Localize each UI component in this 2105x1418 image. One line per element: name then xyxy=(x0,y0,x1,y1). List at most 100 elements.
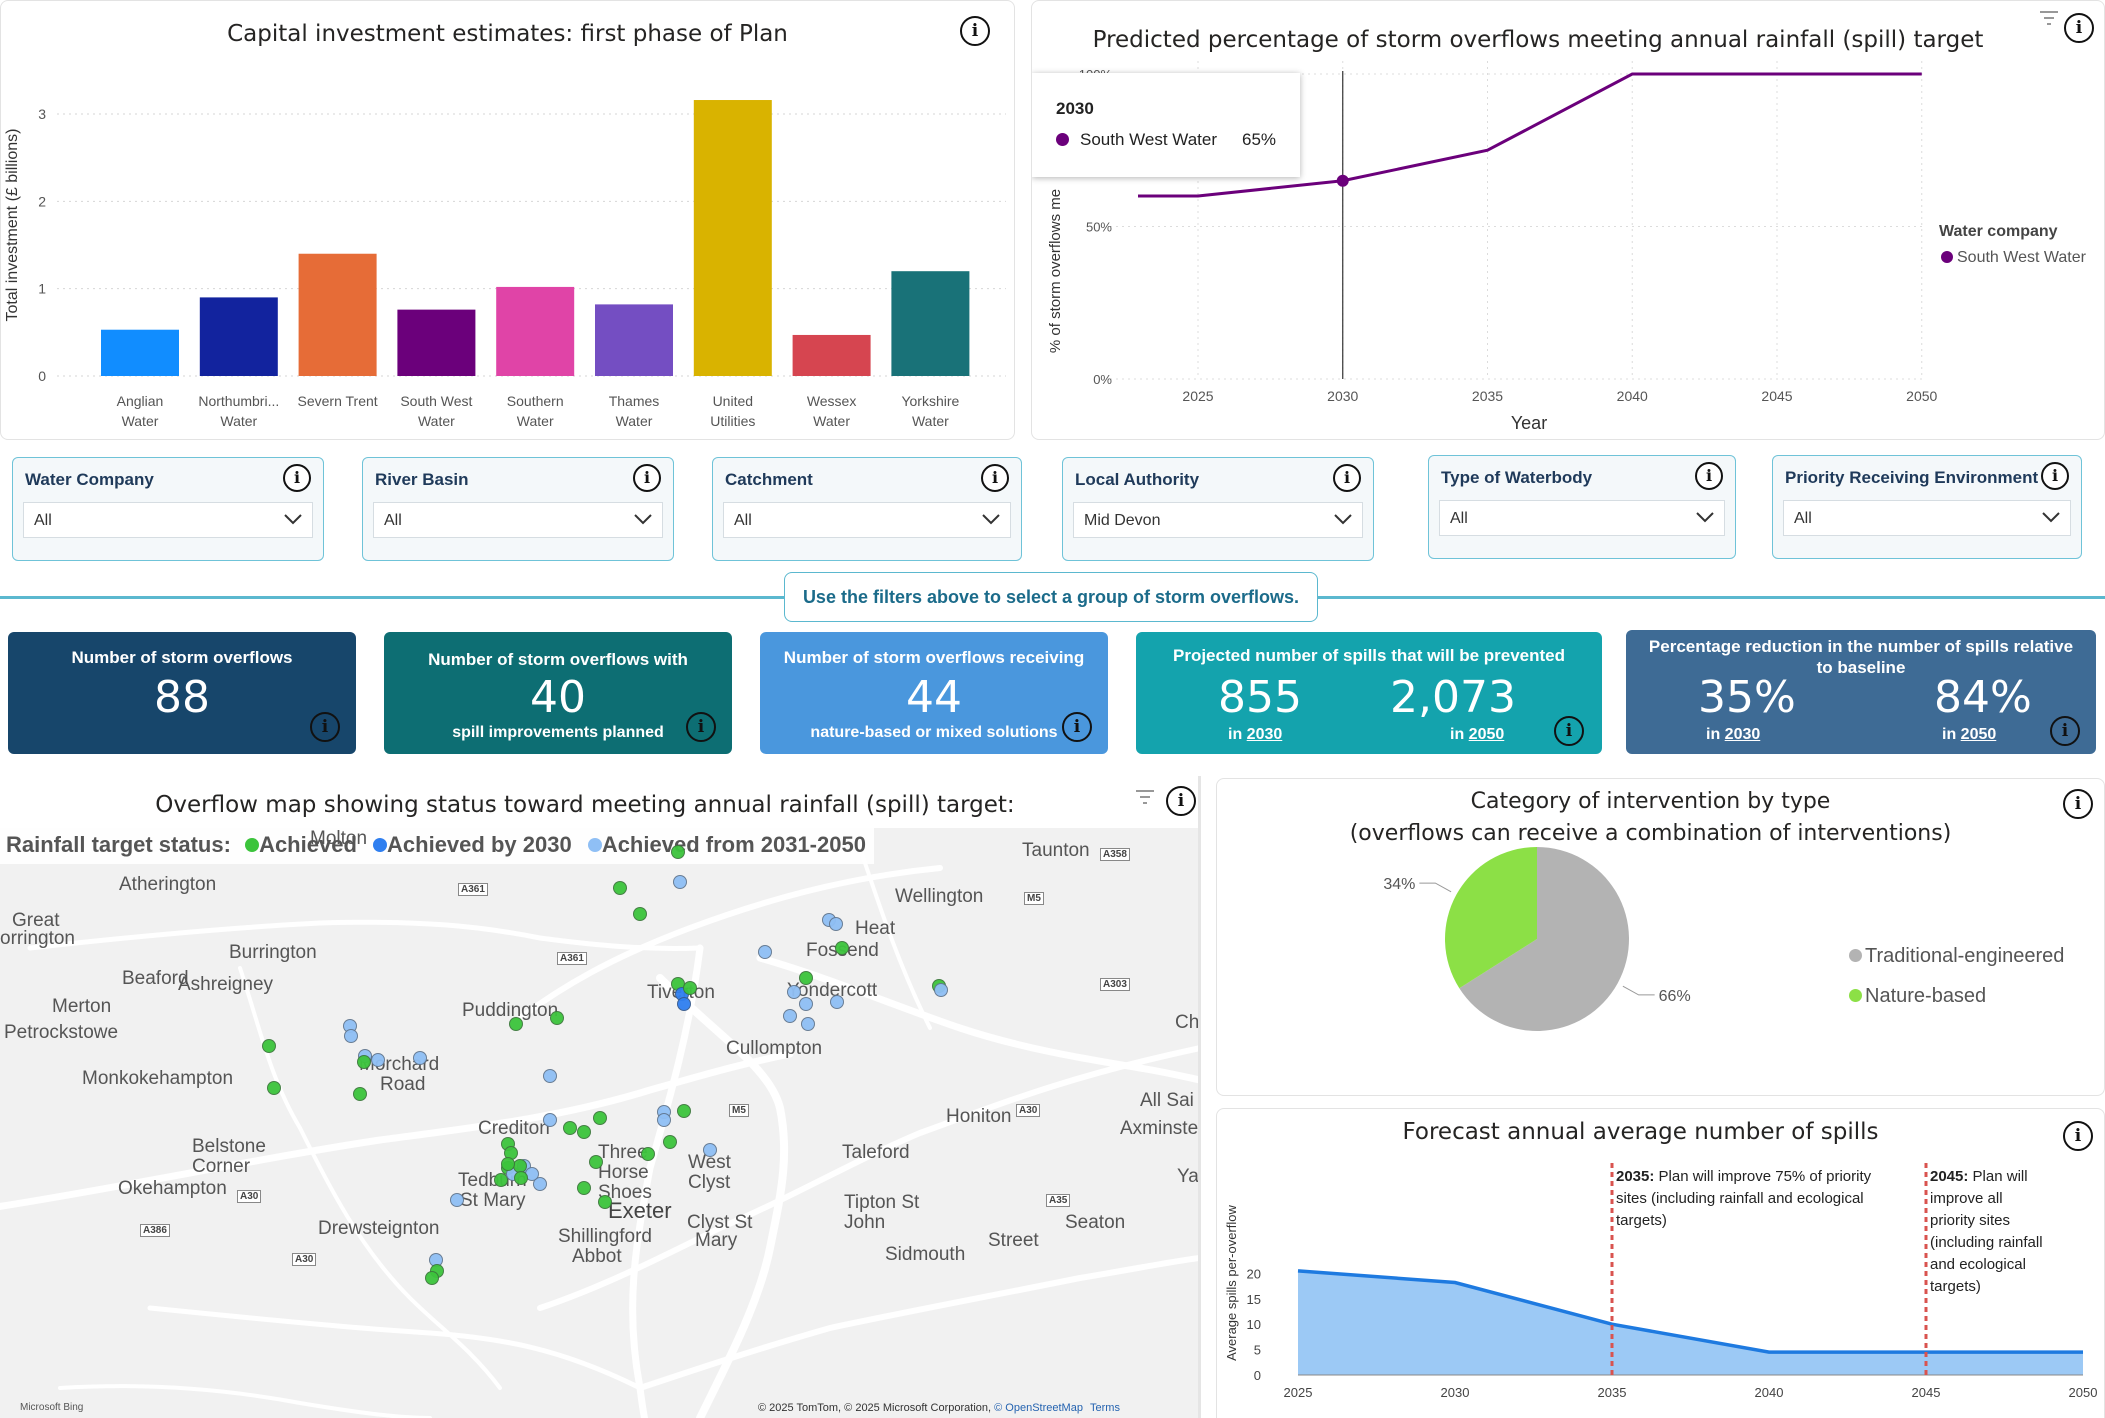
forecast-area-chart: 0 5 10 15 20 2025 2030 2035 2040 2045 2050 Average … xyxy=(1224,1163,2097,1400)
x-tick-label: Water xyxy=(912,413,949,429)
info-icon[interactable]: i xyxy=(1333,464,1361,492)
overflow-marker[interactable] xyxy=(357,1055,371,1069)
map-place-label: Okehampton xyxy=(118,1178,227,1199)
kpi-label-bottom: spill improvements planned xyxy=(452,724,664,741)
waterbody-type-dropdown[interactable]: All xyxy=(1439,500,1725,536)
x-tick-label: 2025 xyxy=(1284,1385,1313,1400)
info-icon[interactable]: i xyxy=(633,464,661,492)
overflow-marker[interactable] xyxy=(801,1017,815,1031)
overflow-marker[interactable] xyxy=(799,997,813,1011)
overflow-marker[interactable] xyxy=(683,981,697,995)
overflow-marker[interactable] xyxy=(641,1147,655,1161)
map-place-label: Ya xyxy=(1177,1166,1199,1187)
info-icon[interactable]: i xyxy=(686,712,716,742)
filter-priority-environment[interactable]: Priority Receiving Environment i All xyxy=(1772,455,2082,559)
overflow-marker[interactable] xyxy=(543,1069,557,1083)
bing-logo: Microsoft Bing xyxy=(20,1402,84,1413)
map-place-label: Crediton xyxy=(478,1118,550,1139)
overflow-marker[interactable] xyxy=(593,1111,607,1125)
overflow-marker[interactable] xyxy=(589,1155,603,1169)
x-tick-label: Anglian xyxy=(117,393,164,409)
overflow-marker[interactable] xyxy=(633,907,647,921)
map-place-label: Shillingford xyxy=(558,1226,652,1247)
overflow-marker[interactable] xyxy=(371,1053,385,1067)
priority-environment-dropdown[interactable]: All xyxy=(1783,500,2071,536)
overflow-marker[interactable] xyxy=(613,881,627,895)
map-place-label: Taleford xyxy=(842,1142,910,1163)
overflow-marker[interactable] xyxy=(758,945,772,959)
osm-link[interactable]: © OpenStreetMap xyxy=(994,1402,1083,1414)
info-icon[interactable]: i xyxy=(1062,712,1092,742)
overflow-marker[interactable] xyxy=(835,941,849,955)
info-icon[interactable]: i xyxy=(283,464,311,492)
info-icon[interactable]: i xyxy=(981,464,1009,492)
overflow-marker[interactable] xyxy=(829,917,843,931)
water-company-dropdown[interactable]: All xyxy=(23,502,313,538)
y-axis-label: % of storm overflows me xyxy=(1047,189,1064,353)
terms-link[interactable]: Terms xyxy=(1090,1402,1120,1414)
overflow-marker[interactable] xyxy=(543,1113,557,1127)
map-place-label: Belstone xyxy=(192,1136,266,1157)
overflow-marker[interactable] xyxy=(783,1009,797,1023)
info-icon[interactable]: i xyxy=(310,712,340,742)
x-tick-label: Utilities xyxy=(710,413,755,429)
map[interactable]: Rainfall target status: Achieved Achieve… xyxy=(0,828,1200,1418)
overflow-marker[interactable] xyxy=(450,1193,464,1207)
filter-local-authority[interactable]: Local Authority i Mid Devon xyxy=(1062,457,1374,561)
road-sign: A361 xyxy=(458,883,488,896)
x-tick-label: 2030 xyxy=(1327,388,1358,404)
info-icon[interactable]: i xyxy=(1554,716,1584,746)
info-icon[interactable]: i xyxy=(1166,786,1196,816)
road-sign: A30 xyxy=(1016,1104,1041,1117)
legend-item[interactable]: South West Water xyxy=(1941,249,2086,267)
overflow-marker[interactable] xyxy=(677,1104,691,1118)
overflow-marker[interactable] xyxy=(344,1029,358,1043)
catchment-dropdown[interactable]: All xyxy=(723,502,1011,538)
info-icon[interactable]: i xyxy=(2050,716,2080,746)
overflow-marker[interactable] xyxy=(353,1087,367,1101)
river-basin-dropdown[interactable]: All xyxy=(373,502,663,538)
map-title: Overflow map showing status toward meeti… xyxy=(155,792,1015,818)
kpi-sub-2030: in 2030 xyxy=(1706,726,1760,744)
overflow-marker[interactable] xyxy=(657,1113,671,1127)
overflow-marker[interactable] xyxy=(830,995,844,1009)
overflow-marker[interactable] xyxy=(598,1195,612,1209)
info-icon[interactable]: i xyxy=(1695,462,1723,490)
filter-river-basin[interactable]: River Basin i All xyxy=(362,457,674,561)
overflow-marker[interactable] xyxy=(577,1125,591,1139)
overflow-marker[interactable] xyxy=(703,1143,717,1157)
map-attribution: © 2025 TomTom, © 2025 Microsoft Corporat… xyxy=(758,1402,1120,1414)
overflow-marker[interactable] xyxy=(509,1017,523,1031)
pie-legend-item[interactable]: Traditional-engineered xyxy=(1849,945,2064,968)
road-sign: M5 xyxy=(1024,892,1044,905)
filter-catchment[interactable]: Catchment i All xyxy=(712,457,1022,561)
overflow-marker[interactable] xyxy=(413,1051,427,1065)
overflow-marker[interactable] xyxy=(671,845,685,859)
overflow-marker[interactable] xyxy=(673,875,687,889)
kpi-label-bottom: nature-based or mixed solutions xyxy=(810,724,1058,741)
info-icon[interactable]: i xyxy=(2041,462,2069,490)
overflow-marker[interactable] xyxy=(799,971,813,985)
overflow-marker[interactable] xyxy=(501,1157,515,1171)
overflow-marker[interactable] xyxy=(514,1171,528,1185)
local-authority-dropdown[interactable]: Mid Devon xyxy=(1073,502,1363,538)
overflow-marker[interactable] xyxy=(267,1081,281,1095)
legend-dot xyxy=(245,838,260,852)
filter-water-company[interactable]: Water Company i All xyxy=(12,457,324,561)
overflow-marker[interactable] xyxy=(425,1271,439,1285)
overflow-marker[interactable] xyxy=(934,983,948,997)
overflow-marker[interactable] xyxy=(550,1011,564,1025)
tooltip-dot xyxy=(1056,133,1069,146)
overflow-marker[interactable] xyxy=(677,997,691,1011)
overflow-marker[interactable] xyxy=(577,1181,591,1195)
overflow-marker[interactable] xyxy=(663,1135,677,1149)
overflow-marker[interactable] xyxy=(563,1121,577,1135)
bar xyxy=(101,329,179,376)
pie-legend-item[interactable]: Nature-based xyxy=(1849,985,1986,1008)
filter-waterbody-type[interactable]: Type of Waterbody i All xyxy=(1428,455,1736,559)
x-tick-label: Water xyxy=(813,413,850,429)
kpi-value: 44 xyxy=(906,672,962,723)
overflow-marker[interactable] xyxy=(262,1039,276,1053)
overflow-marker[interactable] xyxy=(787,985,801,999)
filter-icon[interactable] xyxy=(1136,790,1154,804)
